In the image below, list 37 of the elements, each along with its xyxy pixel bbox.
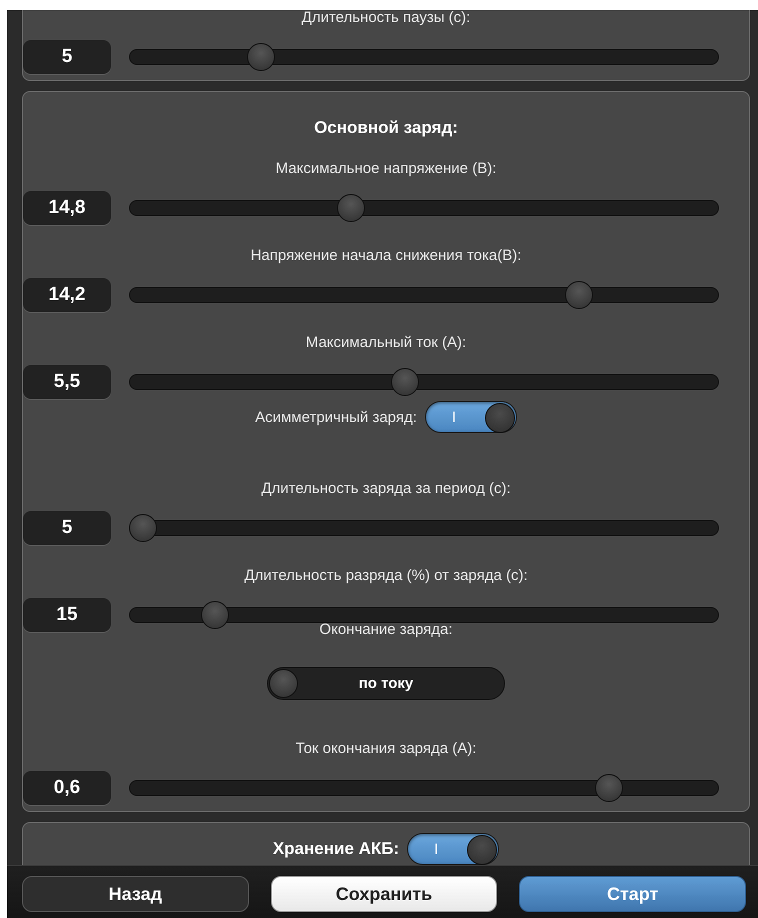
value-display: 5,5 — [23, 365, 111, 399]
slider-track[interactable] — [129, 281, 719, 309]
value-display: 14,2 — [23, 278, 111, 312]
slider-label: Максимальный ток (А): — [304, 334, 468, 351]
toggle-label: Асимметричный заряд: — [255, 408, 417, 426]
option-switch[interactable]: по току — [267, 667, 505, 700]
slider-label: Ток окончания заряда (А): — [294, 740, 478, 757]
slider-label: Длительность разряда (%) от заряда (с): — [243, 567, 529, 584]
slider-thumb[interactable] — [564, 281, 593, 309]
section-title: Основной заряд: — [314, 118, 458, 138]
slider-label: Длительность заряда за период (с): — [260, 480, 512, 497]
value-display: 15 — [23, 598, 111, 632]
slider-track[interactable] — [129, 514, 719, 542]
slider-label: Напряжение начала снижения тока(В): — [250, 247, 522, 264]
slider-thumb[interactable] — [336, 194, 365, 222]
value-display: 5 — [23, 40, 111, 74]
save-button[interactable]: Сохранить — [270, 876, 498, 912]
section-title: Хранение АКБ: — [272, 839, 400, 859]
toggle-mark: I — [433, 840, 440, 858]
slider-label: Длительность паузы (с): — [300, 10, 472, 26]
back-button[interactable]: Назад — [22, 876, 249, 912]
slider-thumb[interactable] — [390, 368, 419, 396]
slider-label: Максимальное напряжение (В): — [274, 160, 498, 177]
slider-track[interactable] — [129, 368, 719, 396]
value-display: 5 — [23, 511, 111, 545]
value-display: 14,8 — [23, 191, 111, 225]
slider-thumb[interactable] — [129, 514, 157, 542]
value-display: 0,6 — [23, 771, 111, 805]
toggle-mark: I — [450, 408, 457, 426]
slider-thumb[interactable] — [595, 774, 624, 802]
start-button[interactable]: Старт — [519, 876, 746, 912]
slider-track[interactable] — [129, 194, 719, 222]
option-label: Окончание заряда: — [318, 621, 454, 638]
slider-thumb[interactable] — [200, 601, 229, 629]
slider-track[interactable] — [129, 43, 719, 71]
slider-thumb[interactable] — [247, 43, 276, 71]
slider-track[interactable] — [129, 774, 719, 802]
